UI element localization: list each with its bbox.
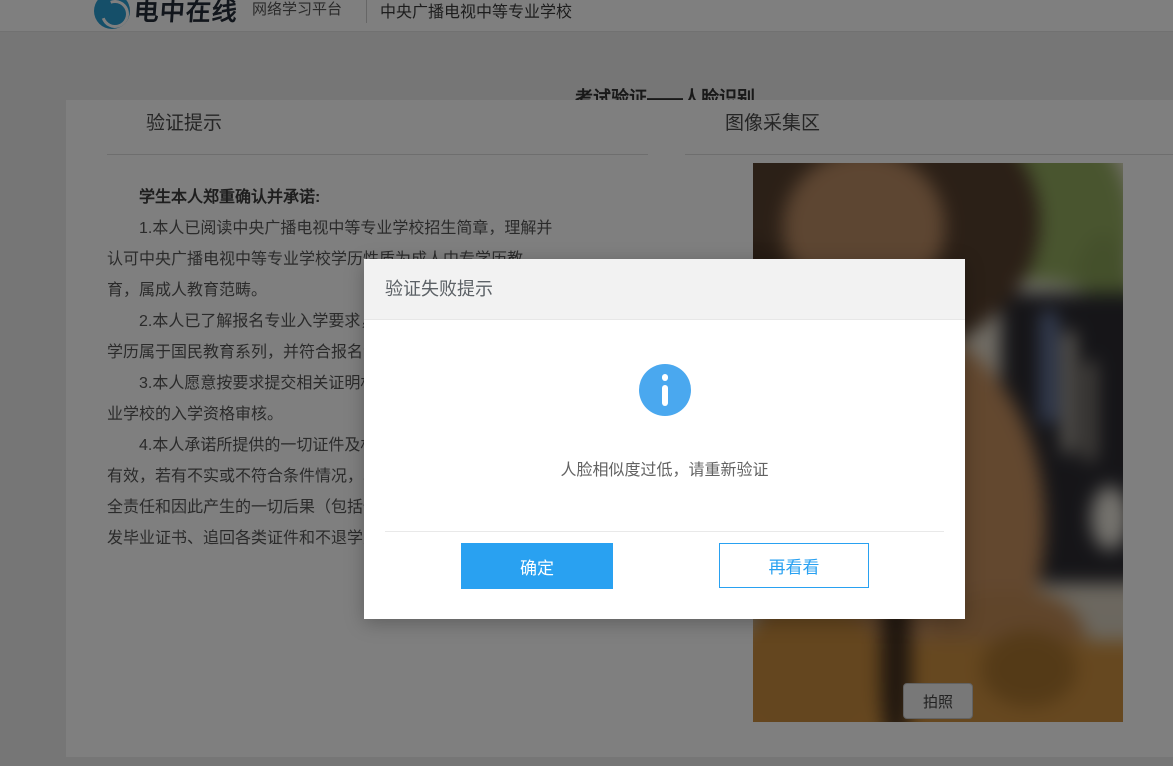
dialog-footer-divider xyxy=(385,531,944,532)
look-again-button[interactable]: 再看看 xyxy=(719,543,869,588)
dialog-title: 验证失败提示 xyxy=(385,259,493,320)
dialog-message: 人脸相似度过低，请重新验证 xyxy=(364,456,965,480)
info-icon xyxy=(639,364,691,416)
dialog-header: 验证失败提示 xyxy=(364,259,965,320)
verification-failed-dialog: 验证失败提示 人脸相似度过低，请重新验证 确定 再看看 xyxy=(364,259,965,619)
confirm-button[interactable]: 确定 xyxy=(461,543,613,589)
